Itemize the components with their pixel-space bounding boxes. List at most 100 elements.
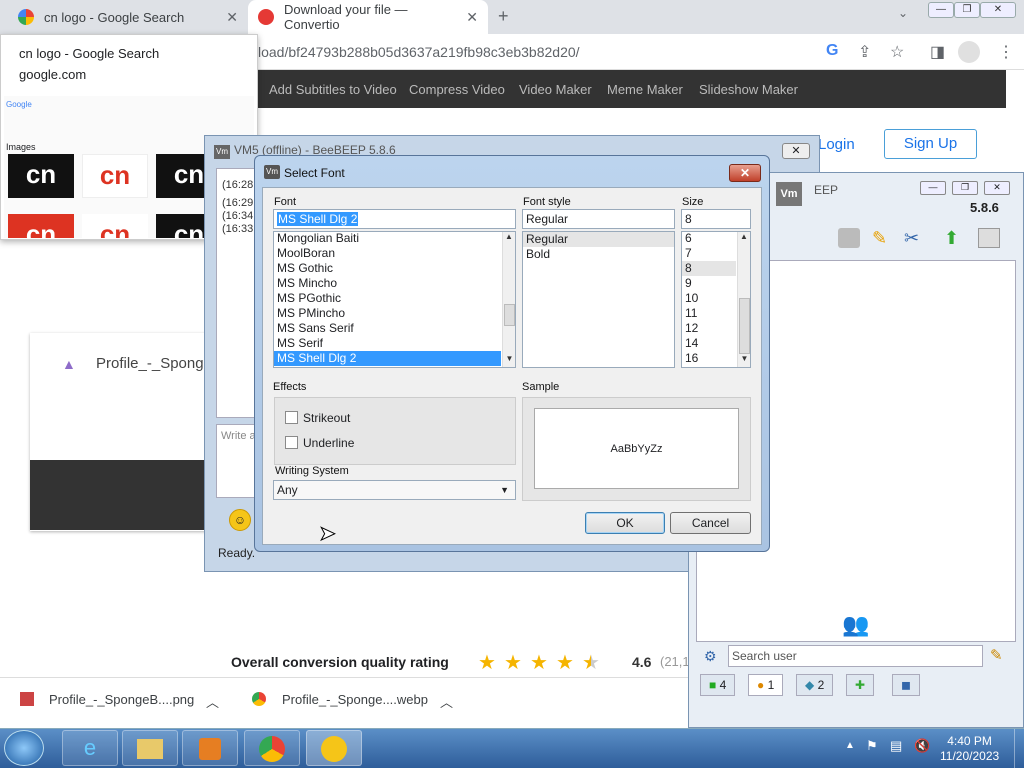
font-style-input[interactable]: Regular bbox=[522, 209, 675, 229]
font-input[interactable]: MS Shell Dlg 2 bbox=[273, 209, 516, 229]
scroll-down-icon[interactable]: ▼ bbox=[503, 354, 515, 363]
size-input[interactable]: 8 bbox=[681, 209, 751, 229]
font-item-selected[interactable]: MS Shell Dlg 2 bbox=[274, 351, 501, 366]
tab-google-search[interactable]: cn logo - Google Search ✕ bbox=[8, 0, 248, 34]
size-list-scrollbar[interactable]: ▲ ▼ bbox=[737, 232, 750, 367]
close-window-button[interactable]: ✕ bbox=[782, 143, 810, 159]
scroll-up-icon[interactable]: ▲ bbox=[503, 232, 515, 241]
maximize-button[interactable]: ❐ bbox=[952, 181, 978, 195]
nav-video-maker[interactable]: Video Maker bbox=[519, 82, 592, 97]
beebeep-taskbar-button[interactable] bbox=[306, 730, 362, 766]
scroll-up-icon[interactable]: ▲ bbox=[738, 232, 750, 241]
font-item[interactable]: MS Mincho bbox=[274, 276, 501, 291]
settings-icon[interactable]: ⚙ bbox=[704, 648, 717, 665]
close-window-button[interactable]: ✕ bbox=[980, 2, 1016, 18]
minimize-button[interactable]: — bbox=[928, 2, 954, 18]
font-style-list[interactable]: Regular Bold bbox=[522, 231, 675, 368]
tools-icon[interactable]: ✂ bbox=[904, 228, 919, 249]
clear-search-icon[interactable]: ✎ bbox=[990, 646, 1003, 664]
sample-label: Sample bbox=[522, 381, 560, 393]
font-item[interactable]: MoolBoran bbox=[274, 246, 501, 261]
font-list-scrollbar[interactable]: ▲ ▼ bbox=[502, 232, 515, 367]
nav-slideshow-maker[interactable]: Slideshow Maker bbox=[699, 82, 798, 97]
size-item-selected[interactable]: 8 bbox=[682, 261, 736, 276]
show-desktop-button[interactable] bbox=[1014, 729, 1024, 768]
tab-network[interactable]: ◼ bbox=[892, 674, 920, 696]
strikeout-checkbox[interactable] bbox=[285, 411, 298, 424]
scroll-down-icon[interactable]: ▼ bbox=[738, 354, 750, 363]
close-window-button[interactable]: ✕ bbox=[984, 181, 1010, 195]
emoticon-icon[interactable]: ☺ bbox=[229, 509, 251, 531]
profile-avatar[interactable] bbox=[958, 41, 980, 63]
size-item[interactable]: 7 bbox=[682, 246, 736, 261]
font-item[interactable]: MS Sans Serif bbox=[274, 321, 501, 336]
ok-button[interactable]: OK bbox=[585, 512, 665, 534]
scroll-thumb[interactable] bbox=[739, 298, 750, 354]
chrome-taskbar-button[interactable] bbox=[244, 730, 300, 766]
underline-checkbox[interactable] bbox=[285, 436, 298, 449]
tab-users[interactable]: ■ 4 bbox=[700, 674, 736, 696]
nav-compress-video[interactable]: Compress Video bbox=[409, 82, 505, 97]
file-card-footer bbox=[30, 460, 210, 530]
chat-tab-icon: ◆ bbox=[805, 678, 815, 692]
network-icon[interactable]: ▤ bbox=[890, 738, 902, 754]
font-item[interactable]: Mongolian Baiti bbox=[274, 231, 501, 246]
menu-icon[interactable]: ⋮ bbox=[998, 42, 1014, 62]
maximize-button[interactable]: ❐ bbox=[954, 2, 980, 18]
tab-groups[interactable]: ● 1 bbox=[748, 674, 784, 696]
close-tab-icon[interactable]: ✕ bbox=[226, 9, 238, 26]
font-item[interactable]: MS PMincho bbox=[274, 306, 501, 321]
size-item[interactable]: 14 bbox=[682, 336, 736, 351]
explorer-taskbar-button[interactable] bbox=[122, 730, 178, 766]
scroll-thumb[interactable] bbox=[504, 304, 515, 326]
bookmark-star-icon[interactable]: ☆ bbox=[890, 42, 904, 62]
cancel-button[interactable]: Cancel bbox=[670, 512, 751, 534]
download-item-webp[interactable]: Profile_-_Sponge....webp bbox=[282, 692, 428, 707]
size-item[interactable]: 12 bbox=[682, 321, 736, 336]
font-item[interactable]: MS Gothic bbox=[274, 261, 501, 276]
tab-search-icon[interactable]: ⌄ bbox=[898, 6, 908, 20]
font-item[interactable]: MS Serif bbox=[274, 336, 501, 351]
nav-add-subtitles[interactable]: Add Subtitles to Video bbox=[269, 82, 397, 97]
tray-expand-icon[interactable]: ▲ bbox=[845, 740, 855, 751]
tab-contacts[interactable]: ✚ bbox=[846, 674, 875, 696]
size-item[interactable]: 10 bbox=[682, 291, 736, 306]
signup-button[interactable]: Sign Up bbox=[884, 129, 977, 159]
size-item[interactable]: 16 bbox=[682, 351, 736, 366]
upload-icon[interactable]: ⬆ bbox=[944, 228, 959, 249]
minimize-button[interactable]: — bbox=[920, 181, 946, 195]
start-button[interactable] bbox=[4, 730, 44, 766]
google-lens-icon[interactable]: G bbox=[826, 42, 838, 60]
tab-convertio[interactable]: Download your file — Convertio ✕ bbox=[248, 0, 488, 34]
close-tab-icon[interactable]: ✕ bbox=[466, 9, 478, 26]
media-taskbar-button[interactable] bbox=[182, 730, 238, 766]
size-item[interactable]: 11 bbox=[682, 306, 736, 321]
chevron-up-icon[interactable]: ︿ bbox=[206, 692, 219, 711]
tab-chats[interactable]: ◆ 2 bbox=[796, 674, 834, 696]
action-center-icon[interactable]: ⚑ bbox=[866, 738, 878, 754]
trash-icon[interactable] bbox=[978, 228, 1000, 248]
address-bar[interactable]: load/bf24793b288b05d3637a219fb98c3eb3b82… bbox=[258, 44, 580, 60]
system-clock[interactable]: 4:40 PM 11/20/2023 bbox=[940, 734, 999, 764]
search-user-input[interactable]: Search user bbox=[728, 645, 983, 667]
ie-taskbar-button[interactable]: e bbox=[62, 730, 118, 766]
writing-system-select[interactable]: Any ▼ bbox=[273, 480, 516, 500]
share-icon[interactable]: ⇪ bbox=[858, 42, 871, 62]
size-item[interactable]: 9 bbox=[682, 276, 736, 291]
network-tab-icon: ◼ bbox=[901, 678, 911, 692]
group-icon[interactable] bbox=[838, 228, 860, 248]
new-tab-button[interactable]: + bbox=[498, 6, 509, 27]
style-item-selected[interactable]: Regular bbox=[523, 232, 674, 247]
login-link[interactable]: Login bbox=[818, 136, 855, 153]
nav-meme-maker[interactable]: Meme Maker bbox=[607, 82, 683, 97]
star-icon: ★ bbox=[530, 652, 548, 674]
edit-icon[interactable]: ✎ bbox=[872, 228, 887, 249]
download-item-png[interactable]: Profile_-_SpongeB....png bbox=[49, 692, 194, 707]
size-item[interactable]: 6 bbox=[682, 231, 736, 246]
side-panel-icon[interactable]: ◨ bbox=[930, 42, 945, 62]
volume-muted-icon[interactable]: 🔇 bbox=[914, 738, 930, 754]
chevron-up-icon[interactable]: ︿ bbox=[440, 692, 453, 711]
style-item[interactable]: Bold bbox=[523, 247, 674, 262]
dialog-close-button[interactable]: ✕ bbox=[729, 164, 761, 182]
font-item[interactable]: MS PGothic bbox=[274, 291, 501, 306]
